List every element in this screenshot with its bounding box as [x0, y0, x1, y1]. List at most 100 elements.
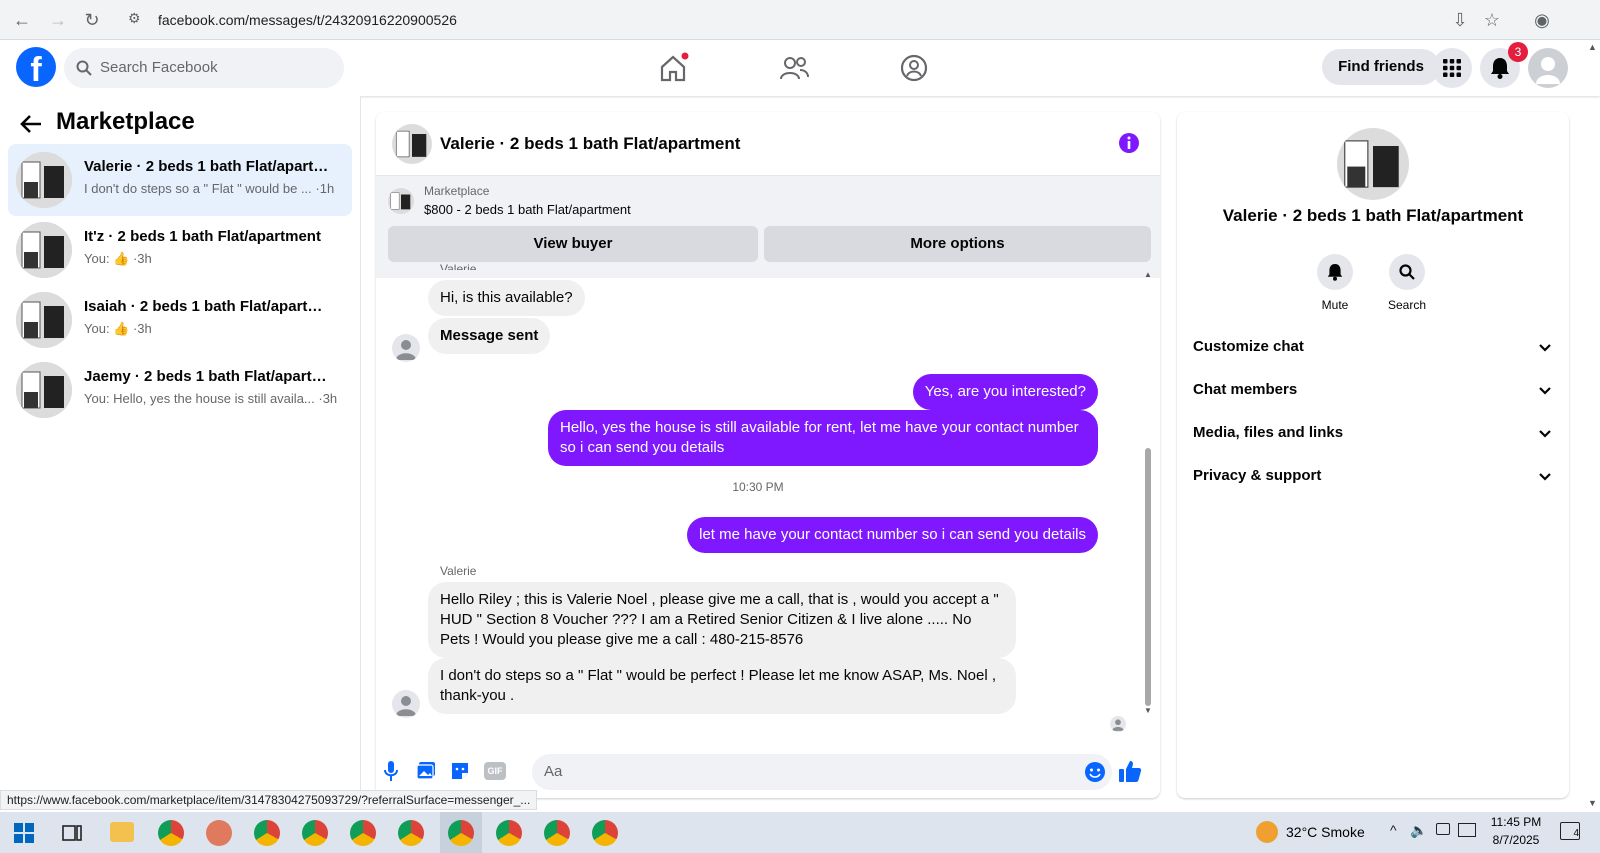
- conversation-item[interactable]: Jaemy · 2 beds 1 bath Flat/apartm... You…: [8, 354, 352, 426]
- display-icon[interactable]: [1458, 823, 1476, 837]
- profile-icon[interactable]: ◉: [1530, 8, 1554, 32]
- search-input[interactable]: Search Facebook: [64, 48, 344, 88]
- scroll-up-icon[interactable]: ▲: [1144, 270, 1152, 279]
- chrome-profile-icon[interactable]: [592, 820, 618, 846]
- address-bar[interactable]: ⚙ facebook.com/messages/t/24320916220900…: [120, 4, 1500, 36]
- mute-label: Mute: [1321, 298, 1349, 312]
- link-status-url: https://www.facebook.com/marketplace/ite…: [0, 790, 538, 810]
- more-options-button[interactable]: More options: [764, 226, 1151, 262]
- notification-center-icon[interactable]: 4: [1560, 822, 1580, 840]
- message-input[interactable]: Aa: [532, 754, 1112, 790]
- incoming-message[interactable]: Hi, is this available?: [428, 280, 585, 316]
- page-scroll-down-icon[interactable]: ▼: [1588, 798, 1597, 808]
- sticker-icon[interactable]: [450, 761, 470, 781]
- search-icon: [1399, 264, 1415, 280]
- incoming-message[interactable]: Message sent: [428, 318, 551, 354]
- chrome-icon[interactable]: [158, 820, 184, 846]
- back-arrow-icon[interactable]: [20, 114, 42, 134]
- tray-chevron-up-icon[interactable]: ^: [1390, 822, 1397, 838]
- site-info-icon[interactable]: ⚙: [128, 10, 141, 27]
- listing-thumbnail: [16, 222, 72, 278]
- paint-icon[interactable]: [206, 820, 232, 846]
- scroll-down-icon[interactable]: ▼: [1144, 706, 1152, 715]
- network-icon[interactable]: [1436, 823, 1450, 835]
- listing-thumbnail: [16, 152, 72, 208]
- url-text[interactable]: facebook.com/messages/t/2432091622090052…: [158, 12, 457, 28]
- chrome-profile-icon[interactable]: [398, 820, 424, 846]
- chevron-down-icon: [1539, 344, 1551, 352]
- notification-badge: 3: [1508, 42, 1528, 62]
- chat-title[interactable]: Valerie · 2 beds 1 bath Flat/apartment: [440, 134, 740, 154]
- chat-avatar[interactable]: [392, 124, 432, 164]
- bell-icon: [1327, 264, 1343, 281]
- customize-chat-section[interactable]: Customize chat: [1193, 331, 1553, 363]
- file-explorer-icon[interactable]: [110, 822, 134, 842]
- section-label: Privacy & support: [1193, 467, 1322, 484]
- chrome-profile-icon[interactable]: [254, 820, 280, 846]
- home-icon[interactable]: [657, 52, 689, 84]
- bookmark-star-icon[interactable]: ☆: [1480, 8, 1504, 32]
- chat-header: Valerie · 2 beds 1 bath Flat/apartment: [376, 112, 1160, 176]
- listing-title[interactable]: $800 - 2 beds 1 bath Flat/apartment: [424, 202, 631, 217]
- outgoing-message[interactable]: let me have your contact number so i can…: [687, 517, 1098, 553]
- conversation-snippet: I don't do steps so a " Flat " would be …: [84, 181, 335, 196]
- clock-date[interactable]: 8/7/2025: [1486, 833, 1546, 847]
- forward-icon[interactable]: →: [46, 8, 70, 32]
- conversation-item[interactable]: It'z · 2 beds 1 bath Flat/apartment You:…: [8, 214, 352, 286]
- back-icon[interactable]: ←: [10, 8, 34, 32]
- search-icon: [76, 60, 92, 76]
- conversation-snippet: You: 👍 ·3h: [84, 251, 152, 266]
- scrollbar[interactable]: ▲ ▼: [1144, 270, 1152, 722]
- conversation-item[interactable]: Valerie · 2 beds 1 bath Flat/apartm... I…: [8, 144, 352, 216]
- reload-icon[interactable]: ↻: [80, 8, 104, 32]
- friends-icon[interactable]: [778, 52, 810, 84]
- chat-profile-avatar[interactable]: [1337, 128, 1409, 200]
- chat-members-section[interactable]: Chat members: [1193, 374, 1553, 406]
- incoming-message[interactable]: Hello Riley ; this is Valerie Noel , ple…: [428, 582, 1016, 658]
- microphone-icon[interactable]: [384, 761, 398, 781]
- incoming-message[interactable]: I don't do steps so a " Flat " would be …: [428, 658, 1016, 714]
- task-view-icon[interactable]: [62, 823, 82, 843]
- page-title: Marketplace: [56, 108, 195, 135]
- privacy-support-section[interactable]: Privacy & support: [1193, 460, 1553, 492]
- search-chat-button[interactable]: [1389, 254, 1425, 290]
- chrome-profile-icon[interactable]: [302, 820, 328, 846]
- speaker-icon[interactable]: 🔈: [1410, 822, 1427, 839]
- conversation-snippet: You: 👍 ·3h: [84, 321, 152, 336]
- chrome-profile-icon[interactable]: [448, 820, 474, 846]
- media-files-links-section[interactable]: Media, files and links: [1193, 417, 1553, 449]
- find-friends-button[interactable]: Find friends: [1322, 49, 1440, 85]
- account-avatar[interactable]: [1528, 48, 1568, 88]
- gif-icon[interactable]: GIF: [484, 762, 506, 780]
- facebook-header: f Search Facebook Find friends 3: [0, 40, 1600, 96]
- listing-thumbnail: [16, 362, 72, 418]
- emoji-icon[interactable]: [1084, 761, 1106, 783]
- like-thumb-icon[interactable]: [1118, 759, 1142, 783]
- scrollbar-thumb[interactable]: [1145, 448, 1151, 706]
- section-label: Customize chat: [1193, 338, 1304, 355]
- chrome-profile-icon[interactable]: [544, 820, 570, 846]
- page-scroll-up-icon[interactable]: ▲: [1588, 42, 1597, 52]
- outgoing-message[interactable]: Hello, yes the house is still available …: [548, 410, 1098, 466]
- mute-button[interactable]: [1317, 254, 1353, 290]
- conversation-item[interactable]: Isaiah · 2 beds 1 bath Flat/apartment Yo…: [8, 284, 352, 356]
- install-icon[interactable]: ⇩: [1448, 8, 1472, 32]
- photo-icon[interactable]: [416, 761, 436, 781]
- weather-text[interactable]: 32°C Smoke: [1286, 824, 1365, 840]
- weather-icon[interactable]: [1256, 821, 1278, 843]
- section-label: Chat members: [1193, 381, 1298, 398]
- search-label: Search: [1387, 298, 1427, 312]
- info-icon[interactable]: [1118, 132, 1140, 154]
- chrome-profile-icon[interactable]: [350, 820, 376, 846]
- view-buyer-button[interactable]: View buyer: [388, 226, 758, 262]
- facebook-logo-icon[interactable]: f: [16, 47, 56, 87]
- conversation-list-panel: Marketplace Valerie · 2 beds 1 bath Flat…: [0, 96, 361, 805]
- chrome-profile-icon[interactable]: [496, 820, 522, 846]
- groups-icon[interactable]: [898, 52, 930, 84]
- outgoing-message[interactable]: Yes, are you interested?: [912, 374, 1098, 410]
- listing-thumbnail: [16, 292, 72, 348]
- windows-start-icon[interactable]: [14, 823, 34, 843]
- clock-time[interactable]: 11:45 PM: [1486, 815, 1546, 829]
- chevron-down-icon: [1539, 430, 1551, 438]
- menu-grid-icon[interactable]: [1432, 48, 1472, 88]
